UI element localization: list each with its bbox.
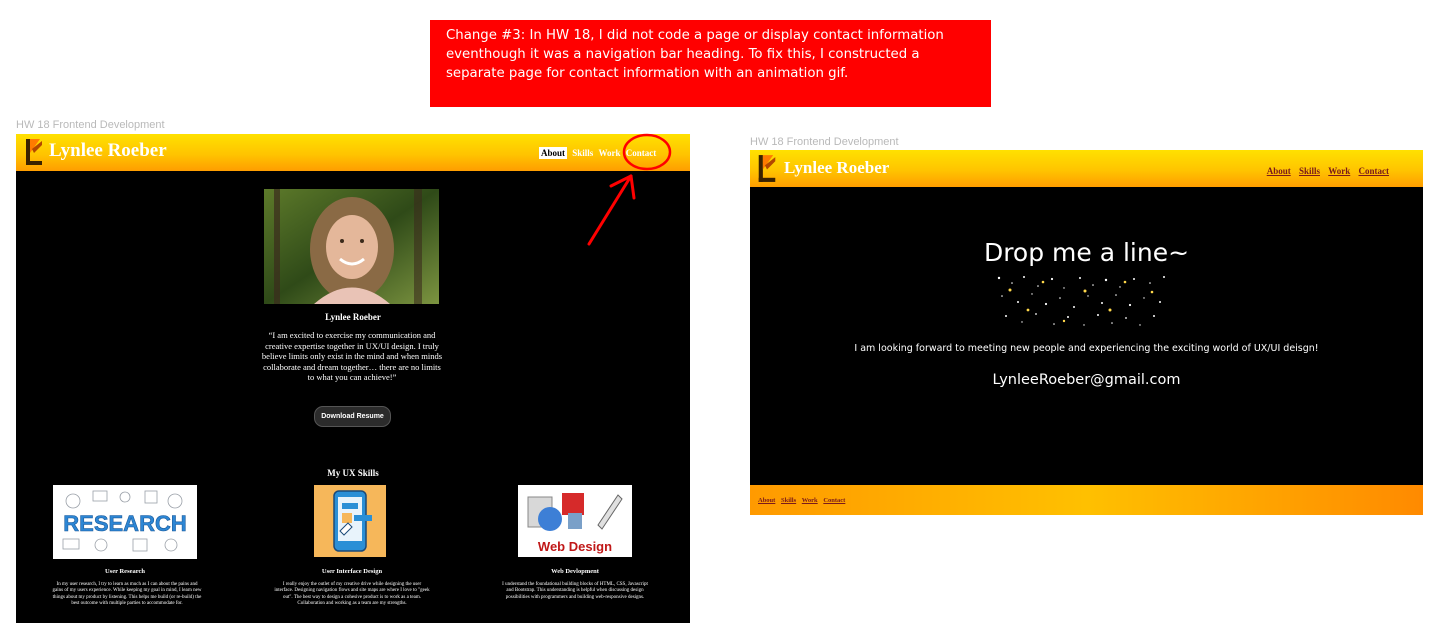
annotation-line: eventhough it was a navigation bar headi… bbox=[446, 47, 920, 62]
frame-label-left: HW 18 Frontend Development bbox=[16, 119, 165, 131]
research-image-text: RESEARCH bbox=[63, 511, 186, 536]
footer-nav-skills[interactable]: Skills bbox=[781, 497, 796, 504]
research-image: RESEARCH bbox=[53, 485, 197, 559]
skill-title-research: User Research bbox=[104, 568, 145, 575]
top-nav: About Skills Work Contact bbox=[1261, 166, 1389, 176]
skill-title-ui: User Interface Design bbox=[321, 568, 383, 575]
nav-work[interactable]: Work bbox=[599, 148, 621, 158]
annotation-box: Change #3: In HW 18, I did not code a pa… bbox=[430, 20, 991, 107]
contact-page-artboard: Lynlee Roeber About Skills Work Contact … bbox=[750, 150, 1423, 515]
logo-l-icon[interactable] bbox=[24, 137, 44, 167]
footer-nav-contact[interactable]: Contact bbox=[823, 497, 845, 504]
web-design-image-text: Web Design bbox=[538, 539, 612, 554]
skill-text-ui: I really enjoy the outlet of my creative… bbox=[274, 582, 430, 607]
logo-l-icon[interactable] bbox=[756, 153, 778, 184]
profile-photo bbox=[264, 189, 439, 304]
annotation-line: separate page for contact information wi… bbox=[446, 66, 849, 81]
contact-email[interactable]: LynleeRoeber@gmail.com bbox=[750, 372, 1423, 388]
nav-skills[interactable]: Skills bbox=[1299, 166, 1320, 176]
brand-name[interactable]: Lynlee Roeber bbox=[784, 158, 889, 178]
site-header: Lynlee Roeber About Skills Work Contact bbox=[750, 150, 1423, 187]
footer-nav-about[interactable]: About bbox=[758, 497, 775, 504]
top-nav: About Skills Work Contact bbox=[539, 147, 659, 159]
nav-work[interactable]: Work bbox=[1328, 166, 1350, 176]
skills-title: My UX Skills bbox=[327, 468, 379, 478]
download-resume-button[interactable]: Download Resume bbox=[314, 406, 391, 427]
nav-skills[interactable]: Skills bbox=[572, 148, 593, 158]
sparkle-animation-gif bbox=[997, 276, 1165, 326]
contact-message: I am looking forward to meeting new peop… bbox=[854, 343, 1319, 354]
profile-quote: “I am excited to exercise my communicati… bbox=[261, 330, 443, 382]
site-header: Lynlee Roeber About Skills Work Contact bbox=[16, 134, 690, 171]
skill-text-web: I understand the foundational building b… bbox=[502, 582, 648, 600]
ui-design-image bbox=[314, 485, 386, 557]
nav-contact[interactable]: Contact bbox=[626, 148, 657, 158]
profile-name: Lynlee Roeber bbox=[325, 312, 381, 322]
contact-heading: Drop me a line~ bbox=[983, 238, 1190, 267]
nav-contact[interactable]: Contact bbox=[1359, 166, 1390, 176]
footer-nav-work[interactable]: Work bbox=[802, 497, 818, 504]
nav-about[interactable]: About bbox=[1267, 166, 1291, 176]
nav-about[interactable]: About bbox=[539, 147, 568, 159]
skill-text-research: In my user research, I try to learn as m… bbox=[52, 582, 202, 607]
annotation-line: Change #3: In HW 18, I did not code a pa… bbox=[446, 28, 944, 43]
web-design-image: Web Design bbox=[518, 485, 632, 557]
footer-nav: About Skills Work Contact bbox=[758, 497, 849, 504]
about-page-artboard: Lynlee Roeber About Skills Work Contact bbox=[16, 134, 690, 623]
brand-name[interactable]: Lynlee Roeber bbox=[49, 140, 167, 162]
site-footer: About Skills Work Contact bbox=[750, 485, 1423, 515]
skill-title-web: Web Devlopment bbox=[551, 568, 599, 575]
frame-label-right: HW 18 Frontend Development bbox=[750, 136, 899, 148]
